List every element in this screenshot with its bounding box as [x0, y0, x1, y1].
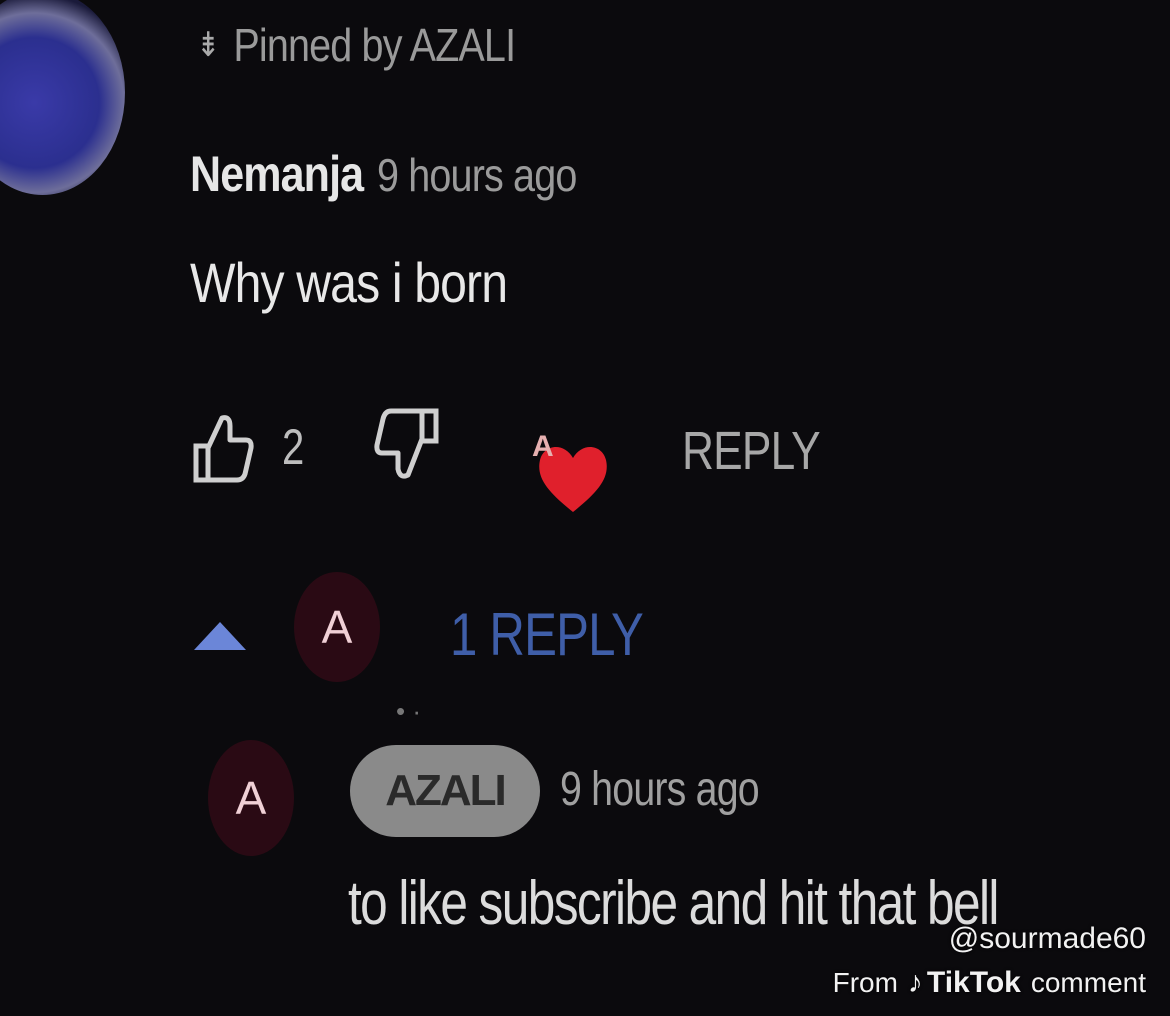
tiktok-logo: ♪ TikTok	[908, 966, 1021, 1000]
comment-header: Nemanja 9 hours ago	[190, 145, 577, 203]
pinned-text: Pinned by AZALI	[233, 19, 516, 71]
heart-avatar-letter: A	[532, 430, 554, 463]
comment-author[interactable]: Nemanja	[190, 145, 364, 203]
reply-author-avatar[interactable]: A	[208, 740, 294, 856]
dislike-button[interactable]	[372, 405, 442, 485]
caret-up-icon[interactable]	[194, 622, 246, 650]
pinned-label: ⇟ Pinned by AZALI	[196, 18, 516, 72]
reply-text: to like subscribe and hit that bell	[348, 869, 999, 938]
comment-text: Why was i born	[190, 251, 508, 314]
separator-dots: • ·	[396, 696, 421, 726]
like-button[interactable]	[190, 410, 254, 486]
thumbs-up-icon	[193, 415, 254, 483]
reply-author-avatar-letter: A	[235, 772, 267, 824]
reply-author-badge[interactable]: AZALI	[350, 745, 540, 837]
watermark-handle: @sourmade60	[948, 922, 1146, 955]
reply-preview-avatar-letter: A	[321, 601, 353, 653]
tiktok-note-icon: ♪	[907, 966, 923, 999]
replies-toggle[interactable]: 1 REPLY	[450, 600, 644, 669]
watermark-source: From ♪ TikTok comment	[833, 966, 1146, 1000]
watermark-from: From	[832, 967, 898, 998]
watermark-suffix: comment	[1030, 967, 1146, 998]
thumbs-down-icon	[374, 408, 439, 479]
reply-time[interactable]: 9 hours ago	[560, 762, 760, 817]
reply-preview-avatar: A	[294, 572, 380, 682]
reply-button[interactable]: REPLY	[682, 420, 821, 482]
tiktok-brand-text: TikTok	[926, 966, 1021, 999]
pin-icon: ⇟	[196, 26, 220, 64]
like-count: 2	[282, 419, 305, 475]
comment-time[interactable]: 9 hours ago	[377, 148, 577, 202]
commenter-avatar[interactable]	[0, 0, 125, 195]
